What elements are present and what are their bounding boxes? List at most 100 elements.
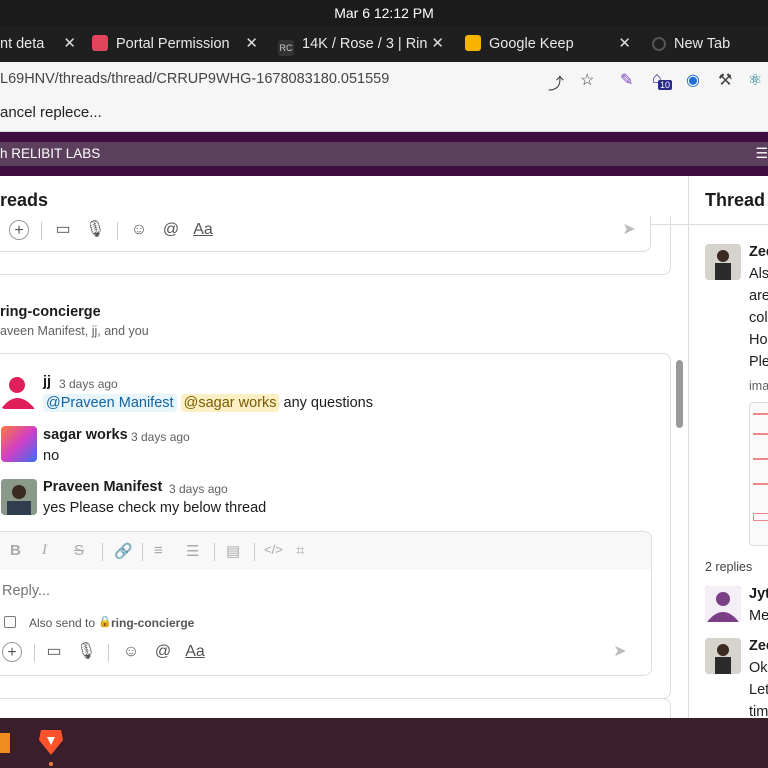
thread-line: Ok <box>749 660 768 676</box>
page-title: reads <box>0 190 49 210</box>
reply-count[interactable]: 2 replies <box>705 560 752 574</box>
link-icon[interactable]: 🔗 <box>114 542 133 560</box>
tab-5[interactable]: New Tab <box>652 30 768 60</box>
message-author[interactable]: Zee <box>749 244 768 260</box>
tab-4[interactable]: Google Keep ✕ <box>465 30 633 60</box>
blockquote-icon[interactable]: ▤ <box>226 542 240 560</box>
composer-actions: + ▭ 🎙 ☺ @ Aa ➤ <box>2 642 642 666</box>
divider <box>102 543 103 561</box>
bookmarks-bar: ancel replece... <box>0 98 768 132</box>
avatar[interactable] <box>1 373 37 409</box>
formatting-icon[interactable]: Aa <box>185 642 205 662</box>
formatting-toolbar: B I S 🔗 ≡ ☰ ▤ </> ⌗ <box>0 532 651 570</box>
brave-browser-icon[interactable] <box>38 728 64 756</box>
italic-icon[interactable]: I <box>42 542 47 559</box>
thread-line: col <box>749 310 768 326</box>
avatar[interactable] <box>705 244 741 280</box>
message-author[interactable]: Zee <box>749 638 768 654</box>
address-bar: L69HNV/threads/thread/CRRUP9WHG-16780831… <box>0 62 768 98</box>
message-time[interactable]: 3 days ago <box>169 482 228 496</box>
thread-panel-title: Thread <box>705 190 766 210</box>
rc-icon: RC <box>278 40 294 56</box>
code-icon[interactable]: </> <box>264 542 283 557</box>
workspace-bar: h RELIBIT LABS ☰ <box>0 132 768 176</box>
bold-icon[interactable]: B <box>10 542 21 559</box>
share-icon[interactable]: ⤴ <box>548 70 564 94</box>
pen-extension-icon[interactable]: ✎ <box>620 70 633 90</box>
emoji-icon[interactable]: ☺ <box>121 642 141 662</box>
message-time[interactable]: 3 days ago <box>59 377 118 391</box>
close-icon[interactable]: ✕ <box>245 30 258 58</box>
previous-thread-card <box>0 216 671 275</box>
channel-name[interactable]: ring-concierge <box>0 304 101 320</box>
mention-praveen[interactable]: @Praveen Manifest <box>43 394 177 412</box>
also-send-label: Also send to <box>29 616 96 630</box>
message-author[interactable]: Jyt <box>749 586 768 602</box>
message-author[interactable]: jj <box>43 374 51 390</box>
reply-composer: B I S 🔗 ≡ ☰ ▤ </> ⌗ Also send to 🔒 ring-… <box>0 531 652 676</box>
message-time[interactable]: 3 days ago <box>131 430 190 444</box>
close-icon[interactable]: ✕ <box>431 30 444 58</box>
message-text: yes Please check my below thread <box>43 500 267 516</box>
person-photo-icon <box>1 479 37 515</box>
extension-badge-icon[interactable]: ⌂ 10 <box>652 70 673 90</box>
divider <box>214 543 215 561</box>
channel-participants: aveen Manifest, jj, and you <box>0 324 149 338</box>
also-send-checkbox[interactable] <box>4 616 16 628</box>
react-extension-icon[interactable]: ⚛ <box>748 70 762 90</box>
tab-1[interactable]: nt deta ✕ <box>0 30 78 60</box>
menu-icon[interactable]: ☰ <box>755 145 768 162</box>
running-indicator <box>49 762 53 766</box>
person-photo-icon <box>705 638 741 674</box>
browser-tab-strip: nt deta ✕ Portal Permission ✕ RC 14K / Ro… <box>0 26 768 62</box>
tab-3[interactable]: RC 14K / Rose / 3 | Rin ✕ <box>278 30 446 60</box>
taskbar <box>0 718 768 768</box>
also-send-channel: ring-concierge <box>111 616 195 630</box>
thread-line: are <box>749 288 768 304</box>
message-author[interactable]: Praveen Manifest <box>43 479 162 495</box>
message-author[interactable]: sagar works <box>43 427 128 443</box>
person-icon <box>1 377 35 409</box>
thread-line: Als <box>749 266 768 282</box>
workspace-strip <box>0 142 768 166</box>
bookmark-item[interactable]: ancel replece... <box>0 104 102 121</box>
divider <box>142 543 143 561</box>
url-field[interactable]: L69HNV/threads/thread/CRRUP9WHG-16780831… <box>0 71 389 87</box>
mention-icon[interactable]: @ <box>153 642 173 662</box>
code-block-icon[interactable]: ⌗ <box>296 542 304 559</box>
tab-label: 14K / Rose / 3 | Rin <box>302 36 428 52</box>
attachment-label[interactable]: ima <box>749 379 768 393</box>
thread-panel: Thread Zee Als are col Ho Ple ima 2 repl… <box>688 176 768 718</box>
thread-card: jj 3 days ago @Praveen Manifest @sagar w… <box>0 353 671 699</box>
sublime-icon[interactable] <box>0 733 10 753</box>
scrollbar-thumb[interactable] <box>676 360 683 428</box>
tab-label: Google Keep <box>489 36 574 52</box>
avatar[interactable] <box>705 638 741 674</box>
tab-2[interactable]: Portal Permission ✕ <box>92 30 260 60</box>
divider <box>254 543 255 561</box>
strikethrough-icon[interactable]: S <box>74 542 84 559</box>
globe-icon <box>652 37 666 51</box>
video-icon[interactable]: ▭ <box>44 642 64 662</box>
star-icon[interactable]: ☆ <box>580 70 594 90</box>
ordered-list-icon[interactable]: ≡ <box>154 542 163 559</box>
avatar[interactable] <box>1 479 37 515</box>
bulleted-list-icon[interactable]: ☰ <box>186 542 199 560</box>
keep-icon <box>465 35 481 51</box>
image-attachment-thumbnail[interactable] <box>749 402 768 546</box>
avatar[interactable] <box>1 426 37 462</box>
clock[interactable]: Mar 6 12:12 PM <box>334 5 434 21</box>
tool-extension-icon[interactable]: ⚒ <box>718 70 732 90</box>
microphone-icon[interactable]: 🎙 <box>76 642 96 662</box>
mention-sagar[interactable]: @sagar works <box>180 394 280 412</box>
avatar[interactable] <box>705 586 741 622</box>
reply-input[interactable] <box>2 580 622 602</box>
thread-line: tim <box>749 704 768 718</box>
plus-icon[interactable]: + <box>2 642 22 662</box>
close-icon[interactable]: ✕ <box>63 30 76 58</box>
send-icon[interactable]: ➤ <box>610 642 630 662</box>
divider <box>108 644 109 662</box>
thread-line: Ple <box>749 354 768 370</box>
record-extension-icon[interactable]: ◉ <box>686 70 700 90</box>
close-icon[interactable]: ✕ <box>618 30 631 58</box>
